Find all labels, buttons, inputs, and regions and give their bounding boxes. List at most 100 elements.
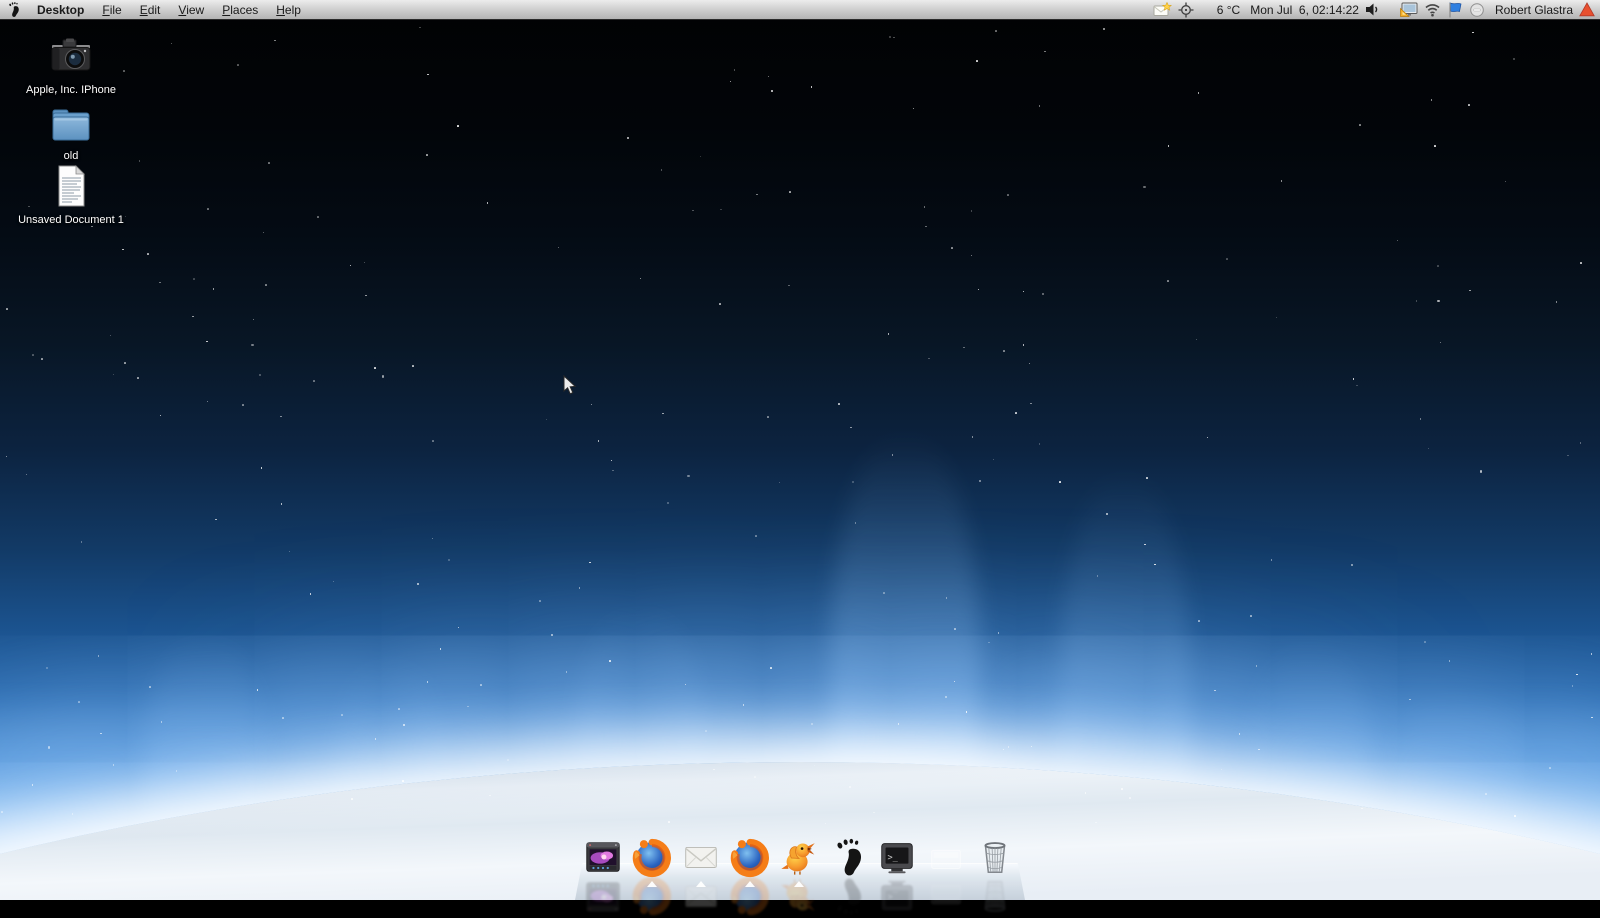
- star: [109, 334, 112, 337]
- star: [432, 440, 434, 442]
- star: [280, 415, 282, 418]
- star: [1038, 443, 1041, 445]
- star: [1197, 92, 1200, 94]
- star: [282, 717, 284, 719]
- star: [258, 374, 262, 377]
- blue-flag-icon[interactable]: [1447, 0, 1463, 19]
- star: [897, 723, 900, 725]
- star: [486, 202, 489, 204]
- dock-mail[interactable]: [678, 834, 724, 908]
- star: [159, 281, 161, 284]
- menu-help[interactable]: Help: [267, 0, 310, 19]
- running-indicator: [647, 881, 657, 887]
- star: [977, 288, 980, 291]
- star: [1167, 145, 1170, 147]
- star: [1409, 698, 1411, 701]
- star: [91, 225, 93, 228]
- star: [1567, 454, 1569, 457]
- star: [912, 107, 915, 110]
- dock-firefox-2[interactable]: [727, 834, 773, 878]
- star: [1419, 418, 1422, 420]
- new-mail-icon[interactable]: [1153, 0, 1172, 19]
- star: [1361, 807, 1363, 810]
- dock-trash[interactable]: [972, 834, 1018, 912]
- menu-view[interactable]: View: [169, 0, 213, 19]
- desktop-icon-old-folder[interactable]: old: [12, 104, 130, 162]
- desktop-icon-unsaved-document[interactable]: Unsaved Document 1: [12, 164, 130, 226]
- dock-gnome[interactable]: [825, 834, 871, 878]
- star: [457, 626, 460, 629]
- star: [507, 759, 509, 761]
- star: [426, 681, 429, 683]
- star: [439, 648, 442, 650]
- star: [578, 587, 581, 589]
- user-menu[interactable]: Robert Glastra: [1491, 0, 1573, 19]
- star: [268, 162, 270, 164]
- star: [480, 684, 482, 686]
- star: [754, 776, 756, 778]
- star: [138, 160, 141, 162]
- star: [667, 501, 670, 504]
- star: [447, 559, 451, 562]
- menu-file[interactable]: File: [93, 0, 130, 19]
- star: [945, 597, 948, 599]
- star: [1084, 792, 1087, 794]
- clock-applet[interactable]: Mon Jul 6, 02:14:22: [1246, 0, 1359, 19]
- dock-firefox[interactable]: [629, 834, 675, 878]
- star: [1250, 615, 1252, 617]
- star: [1206, 436, 1209, 439]
- dock-bird-messenger[interactable]: [776, 834, 822, 911]
- chat-status-icon[interactable]: [1469, 0, 1485, 19]
- star: [256, 689, 259, 691]
- star: [207, 208, 209, 210]
- star: [923, 206, 926, 208]
- panel-menubar: Desktop File Edit View Places Help: [0, 0, 310, 19]
- star: [6, 308, 8, 310]
- location-crosshair-icon[interactable]: [1178, 0, 1194, 19]
- star: [626, 137, 630, 140]
- warning-triangle-icon[interactable]: [1579, 0, 1595, 19]
- star: [363, 261, 366, 264]
- star: [32, 354, 34, 356]
- star: [970, 210, 973, 212]
- running-indicator: [794, 881, 804, 887]
- bird-icon: [781, 843, 815, 875]
- star: [467, 705, 469, 708]
- star: [237, 64, 239, 66]
- star: [891, 454, 894, 456]
- volume-icon[interactable]: [1365, 0, 1380, 19]
- star: [684, 683, 687, 686]
- glass-tray-icon: [931, 849, 961, 869]
- star: [609, 660, 611, 662]
- dock-glass-item[interactable]: [923, 834, 969, 905]
- wifi-signal-icon[interactable]: [1424, 0, 1441, 19]
- star: [351, 798, 353, 800]
- star: [381, 375, 384, 378]
- dock-media-player[interactable]: [580, 834, 626, 912]
- star: [1437, 300, 1440, 303]
- star: [1042, 292, 1045, 296]
- star: [660, 169, 663, 171]
- star: [668, 821, 670, 823]
- star: [713, 768, 715, 771]
- desktop-icon-iphone[interactable]: Apple, Inc. IPhone: [12, 32, 130, 96]
- top-panel: Desktop File Edit View Places Help 6 °C …: [0, 0, 1600, 20]
- star: [813, 764, 816, 767]
- menu-places[interactable]: Places: [213, 0, 267, 19]
- star: [699, 155, 702, 158]
- display-settings-icon[interactable]: [1400, 0, 1418, 19]
- dock-terminal[interactable]: >_ >_: [874, 834, 920, 911]
- star: [1015, 412, 1017, 414]
- star: [1059, 481, 1061, 483]
- running-indicator: [696, 881, 706, 887]
- star: [1448, 660, 1451, 662]
- star: [963, 346, 965, 349]
- menu-desktop[interactable]: Desktop: [28, 0, 93, 19]
- star: [1007, 746, 1010, 748]
- star: [755, 535, 757, 537]
- gnome-foot-logo-icon[interactable]: [5, 1, 22, 18]
- weather-moon-icon[interactable]: 6 °C: [1199, 0, 1240, 19]
- menu-edit[interactable]: Edit: [131, 0, 170, 19]
- star: [212, 288, 215, 290]
- star: [557, 246, 560, 249]
